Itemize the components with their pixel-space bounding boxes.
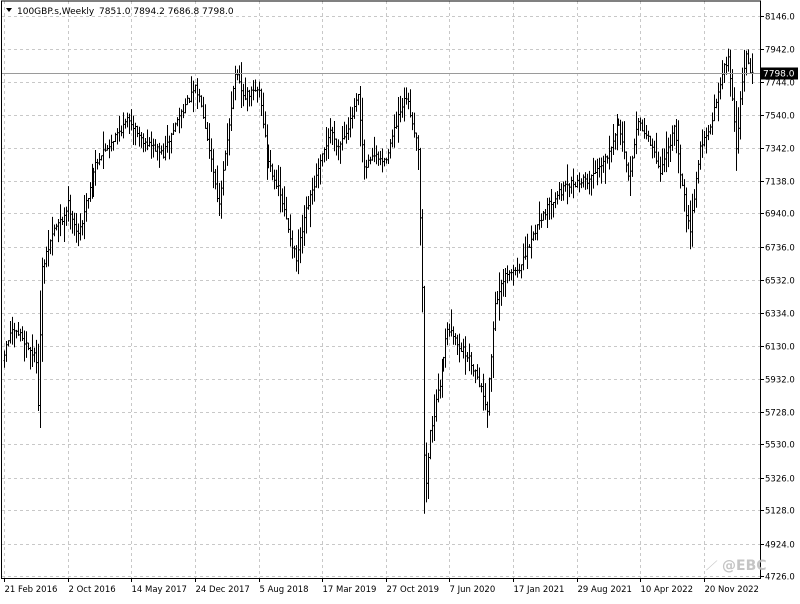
price-tick-label: 5932.0 [765, 376, 795, 386]
time-tick-label: 10 Apr 2022 [641, 585, 694, 595]
time-tick-label: 27 Oct 2019 [387, 585, 440, 595]
header-ohlc: 7851.0 7894.2 7686.8 7798.0 [99, 7, 234, 17]
time-tick-label: 24 Dec 2017 [196, 585, 250, 595]
time-tick-label: 17 Mar 2019 [323, 585, 377, 595]
price-tick-label: 7540.0 [765, 112, 795, 122]
watermark: ⟋ @EBC [705, 558, 767, 574]
time-tick-label: 21 Feb 2016 [5, 585, 58, 595]
price-tick-label: 5728.0 [765, 409, 795, 419]
current-price-label: 7798.0 [761, 67, 798, 80]
price-tick-label: 6736.0 [765, 244, 795, 254]
time-tick-label: 2 Oct 2016 [69, 585, 116, 595]
price-tick-label: 6130.0 [765, 343, 795, 353]
price-tick-label: 6334.0 [765, 310, 795, 320]
price-tick-label: 5530.0 [765, 441, 795, 451]
price-tick-label: 5128.0 [765, 507, 795, 517]
price-tick-label: 6940.0 [765, 210, 795, 220]
time-tick-label: 29 Aug 2021 [578, 585, 632, 595]
price-tick-label: 7138.0 [765, 178, 795, 188]
price-tick-label: 6532.0 [765, 277, 795, 287]
price-tick-label: 5326.0 [765, 475, 795, 485]
header-symbol: 100GBP.s,Weekly [17, 7, 95, 17]
price-tick-label: 7342.0 [765, 145, 795, 155]
price-tick-label: 7942.0 [765, 46, 795, 56]
watermark-text: @EBC [722, 558, 767, 574]
ohlc-chart: 8146.0 7942.0 7744.0 7540.0 7342.0 7138.0 6940… [0, 0, 800, 600]
time-tick-label: 20 Nov 2022 [705, 585, 759, 595]
time-tick-label: 14 May 2017 [132, 585, 187, 595]
current-price-text: 7798.0 [763, 70, 795, 80]
price-tick-label: 4726.0 [765, 573, 795, 583]
time-tick-label: 7 Jun 2020 [450, 585, 496, 595]
chart-header: 100GBP.s,Weekly 7851.0 7894.2 7686.8 779… [6, 7, 234, 17]
price-tick-label: 7744.0 [765, 79, 795, 89]
chart-window: 8146.0 7942.0 7744.0 7540.0 7342.0 7138.0 6940… [0, 0, 800, 600]
time-tick-label: 5 Aug 2018 [260, 585, 309, 595]
price-tick-label: 4924.0 [765, 541, 795, 551]
time-tick-label: 17 Jan 2021 [514, 585, 565, 595]
price-tick-label: 8146.0 [765, 13, 795, 23]
